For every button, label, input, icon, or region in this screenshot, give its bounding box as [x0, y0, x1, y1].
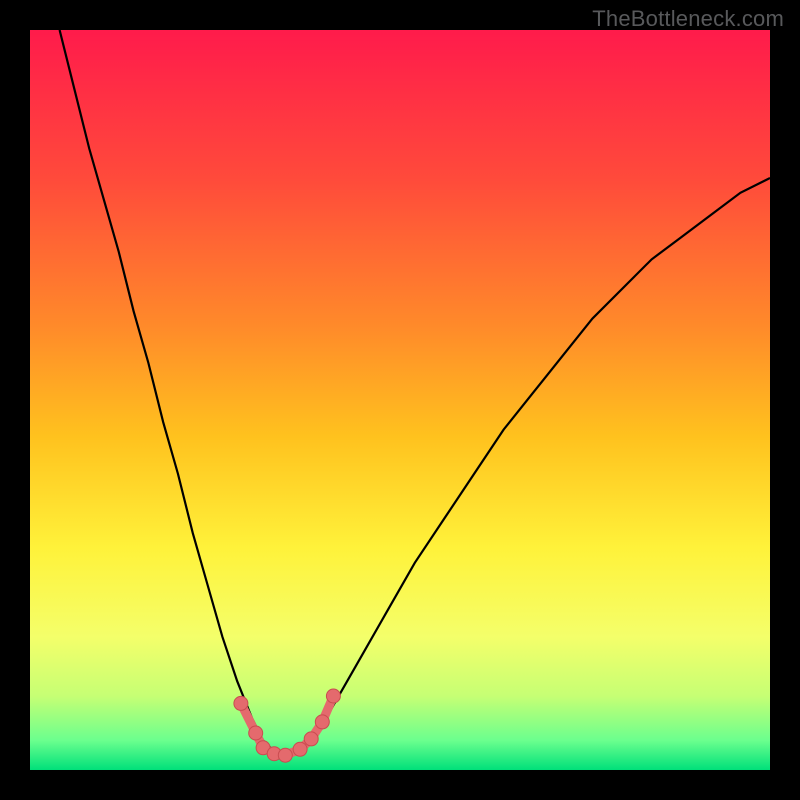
gradient-rect: [30, 30, 770, 770]
watermark-text: TheBottleneck.com: [592, 6, 784, 32]
marker-dot: [249, 726, 263, 740]
marker-dot: [293, 742, 307, 756]
chart-svg: [30, 30, 770, 770]
marker-dot: [315, 715, 329, 729]
marker-dot: [278, 748, 292, 762]
plot-area: [30, 30, 770, 770]
marker-dot: [304, 732, 318, 746]
marker-dot: [234, 696, 248, 710]
chart-frame: TheBottleneck.com: [0, 0, 800, 800]
marker-dot: [326, 689, 340, 703]
